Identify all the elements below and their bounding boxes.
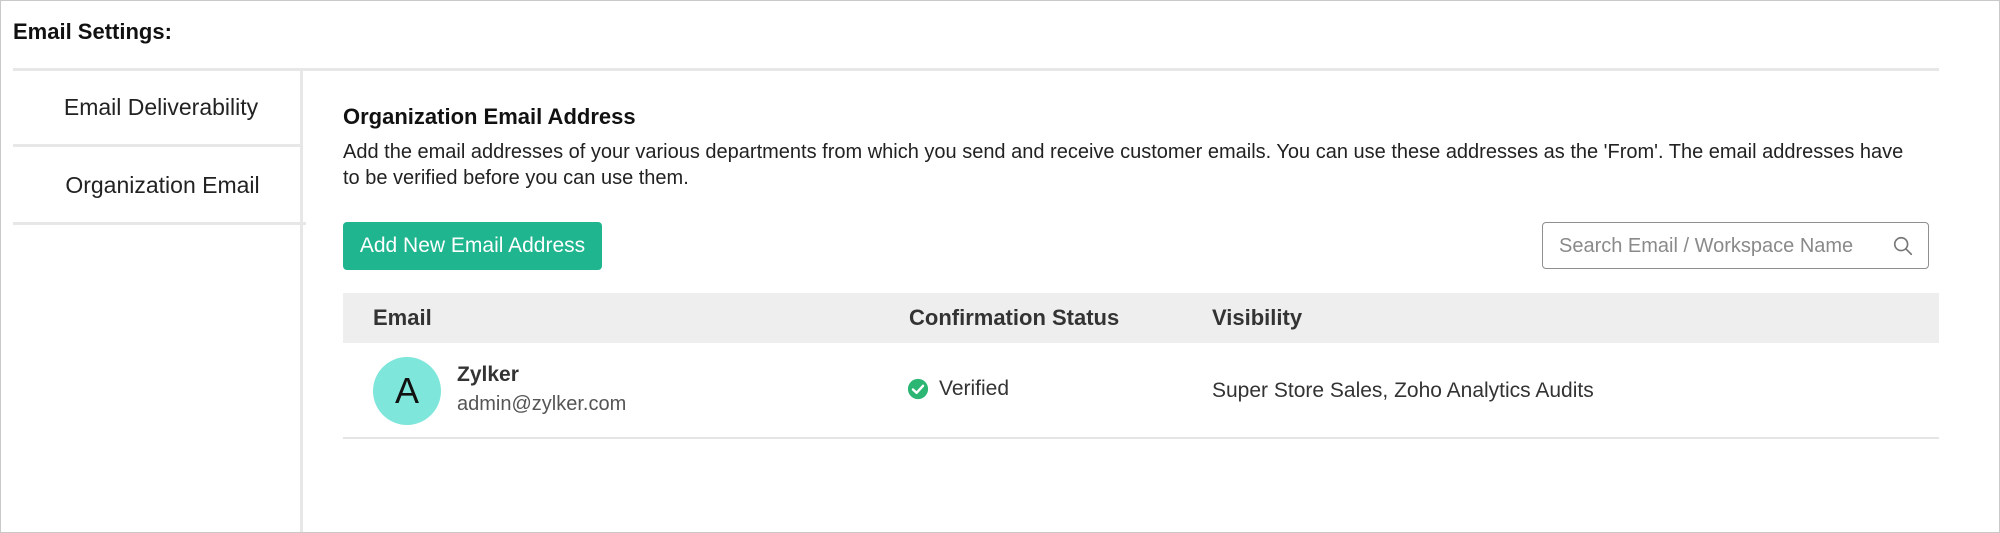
main-content: Organization Email Address Add the email… [343,101,1939,191]
sidebar-item-label: Email Deliverability [63,94,259,120]
sidebar-divider [300,71,303,532]
table-row[interactable]: A Zylker admin@zylker.com Verified Super… [343,343,1939,439]
search-icon[interactable] [1892,235,1914,257]
table-header: Email Confirmation Status Visibility [343,293,1939,343]
section-description: Add the email addresses of your various … [343,141,1904,189]
page-title: Email Settings: [13,19,172,44]
settings-sidebar: Email Deliverability Organization Email [13,71,306,532]
column-header-visibility[interactable]: Visibility [1212,293,1302,343]
add-new-email-address-button[interactable]: Add New Email Address [343,222,602,270]
account-name: Zylker [457,363,519,386]
sidebar-item-email-deliverability[interactable]: Email Deliverability [13,71,303,147]
column-header-email[interactable]: Email [373,293,432,343]
confirmation-status: Verified [907,377,1009,401]
avatar: A [373,357,441,425]
account-email: admin@zylker.com [457,393,627,415]
sidebar-item-organization-email[interactable]: Organization Email [13,149,306,225]
column-header-confirmation-status[interactable]: Confirmation Status [909,293,1119,343]
sidebar-item-label: Organization Email [65,172,260,198]
search-field[interactable] [1542,222,1929,270]
section-title: Organization Email Address [343,104,636,129]
status-text: Verified [939,377,1010,400]
email-settings-panel: Email Settings: Email Deliverability Org… [0,0,2000,533]
visibility-value: Super Store Sales, Zoho Analytics Audits [1212,379,1594,402]
search-input[interactable] [1557,223,1881,270]
check-circle-icon [907,378,929,400]
